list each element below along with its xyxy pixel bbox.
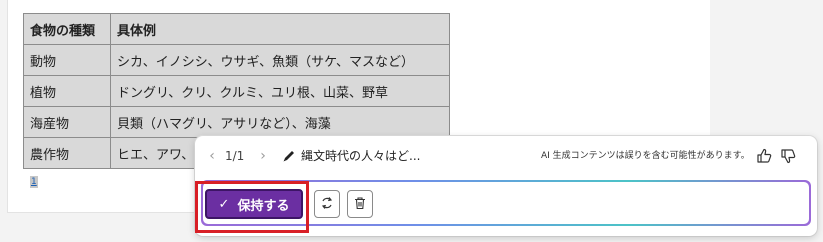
table-cell-examples[interactable]: ドングリ、クリ、クルミ、ユリ根、山菜、野草 [110, 75, 450, 107]
checkmark-icon: ✓ [218, 196, 230, 212]
column-header-food-type: 食物の種類 [23, 13, 111, 45]
table-cell-type[interactable]: 動物 [23, 44, 111, 76]
keep-button-label: 保持する [237, 198, 290, 214]
regenerate-button[interactable] [314, 190, 340, 218]
copilot-panel-header: ‹ 1/1 › 縄文時代の人々はど... AI 生成コンテンツは誤りを含む可能性… [195, 136, 817, 176]
table-row: 海産物 貝類（ハマグリ、アサリなど）、海藻 [23, 106, 450, 138]
table-header-row: 食物の種類 具体例 [23, 13, 450, 45]
column-header-examples: 具体例 [110, 13, 450, 45]
chevron-right-icon[interactable]: › [255, 148, 271, 164]
table-cell-examples[interactable]: シカ、イノシシ、ウサギ、魚類（サケ、マスなど） [110, 44, 450, 76]
table-row: 動物 シカ、イノシシ、ウサギ、魚類（サケ、マスなど） [23, 44, 450, 76]
table-row: 植物 ドングリ、クリ、クルミ、ユリ根、山菜、野草 [23, 75, 450, 107]
table-cell-type[interactable]: 海産物 [23, 106, 111, 138]
thumbs-down-icon[interactable] [779, 147, 797, 165]
prompt-title[interactable]: 縄文時代の人々はど... [301, 148, 420, 164]
footnote-reference[interactable]: 1 [30, 176, 38, 188]
trash-icon [353, 195, 367, 214]
keep-button[interactable]: ✓ 保持する [205, 189, 303, 219]
table-cell-type[interactable]: 農作物 [23, 137, 111, 169]
delete-button[interactable] [347, 190, 373, 218]
table-cell-type[interactable]: 植物 [23, 75, 111, 107]
ai-disclaimer: AI 生成コンテンツは誤りを含む可能性があります。 [541, 151, 750, 161]
pencil-icon [281, 148, 297, 164]
regenerate-icon [320, 195, 334, 214]
draft-pager: 1/1 [225, 149, 245, 163]
table-cell-examples[interactable]: 貝類（ハマグリ、アサリなど）、海藻 [110, 106, 450, 138]
thumbs-up-icon[interactable] [755, 147, 773, 165]
chevron-left-icon[interactable]: ‹ [204, 148, 220, 164]
